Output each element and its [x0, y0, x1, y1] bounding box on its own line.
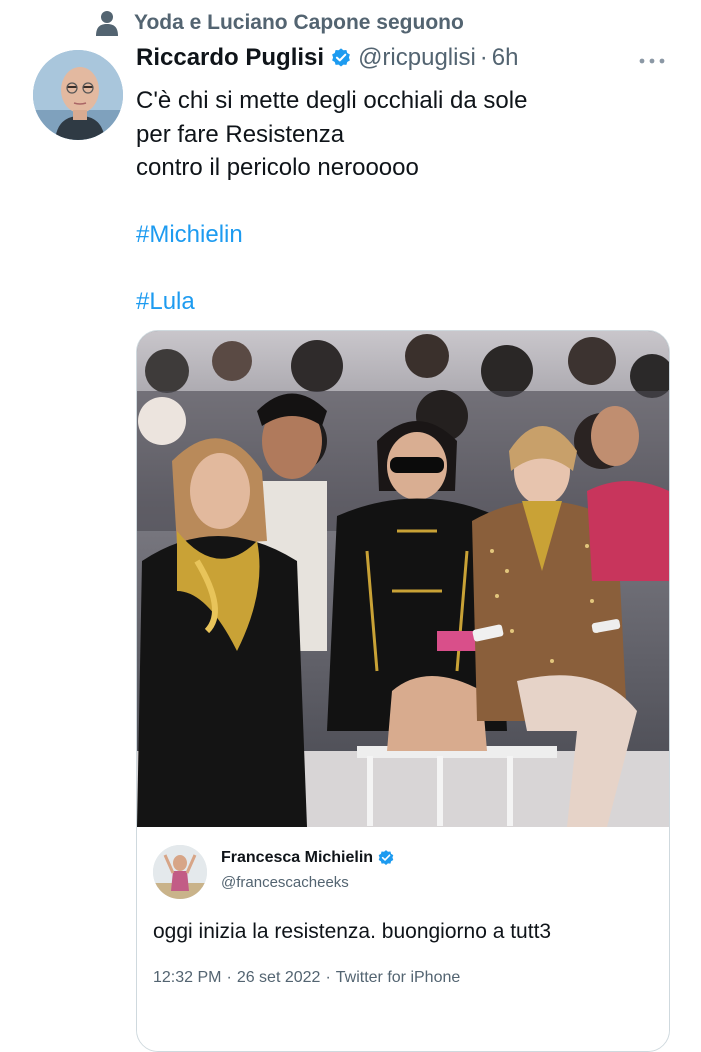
hashtag-link[interactable]: #Michielin — [136, 218, 656, 252]
quoted-time: 12:32 PM — [153, 969, 222, 986]
social-context[interactable]: Yoda e Luciano Capone seguono — [96, 10, 464, 36]
header-separator: · — [479, 44, 488, 71]
social-context-text: Yoda e Luciano Capone seguono — [134, 11, 464, 34]
attached-photo[interactable] — [137, 331, 669, 827]
quoted-media-card[interactable]: Francesca Michielin @francescacheeks ogg… — [136, 330, 670, 1052]
more-options-button[interactable] — [637, 52, 667, 68]
meta-separator: · — [325, 969, 331, 986]
author-name[interactable]: Riccardo Puglisi — [136, 44, 324, 72]
quoted-tweet-meta: 12:32 PM · 26 set 2022 · Twitter for iPhone — [153, 969, 460, 987]
tweet-text-line: contro il pericolo nerooooo — [136, 154, 419, 181]
quoted-tweet-text: oggi inizia la resistenza. buongiorno a … — [153, 920, 552, 943]
tweet-text-line: per fare Resistenza — [136, 120, 345, 148]
hashtag-link[interactable]: #Lula — [136, 285, 656, 319]
tweet-header: Riccardo Puglisi @ricpuglisi · 6h — [136, 44, 519, 72]
tweet-text-line: C'è chi si mette degli occhiali da sole — [136, 87, 528, 114]
verified-badge-icon — [377, 849, 395, 867]
tweet-text: C'è chi si mette degli occhiali da sole … — [136, 84, 656, 319]
tweet-timestamp[interactable]: 6h — [492, 44, 519, 72]
meta-separator: · — [226, 969, 232, 986]
more-icon — [639, 51, 665, 69]
quoted-author-handle: @francescacheeks — [221, 874, 349, 891]
person-icon — [96, 10, 118, 36]
quoted-date: 26 set 2022 — [236, 969, 321, 986]
line-break — [136, 185, 656, 219]
verified-badge-icon — [330, 47, 352, 69]
quoted-avatar — [153, 845, 207, 899]
quoted-author-name: Francesca Michielin — [221, 849, 401, 867]
quoted-tweet-screenshot: Francesca Michielin @francescacheeks ogg… — [137, 827, 669, 1051]
avatar[interactable] — [33, 50, 123, 140]
author-handle[interactable]: @ricpuglisi — [358, 44, 476, 72]
quoted-source: Twitter for iPhone — [335, 969, 461, 986]
quoted-author-name-text: Francesca Michielin — [221, 849, 374, 866]
line-break — [136, 252, 656, 286]
